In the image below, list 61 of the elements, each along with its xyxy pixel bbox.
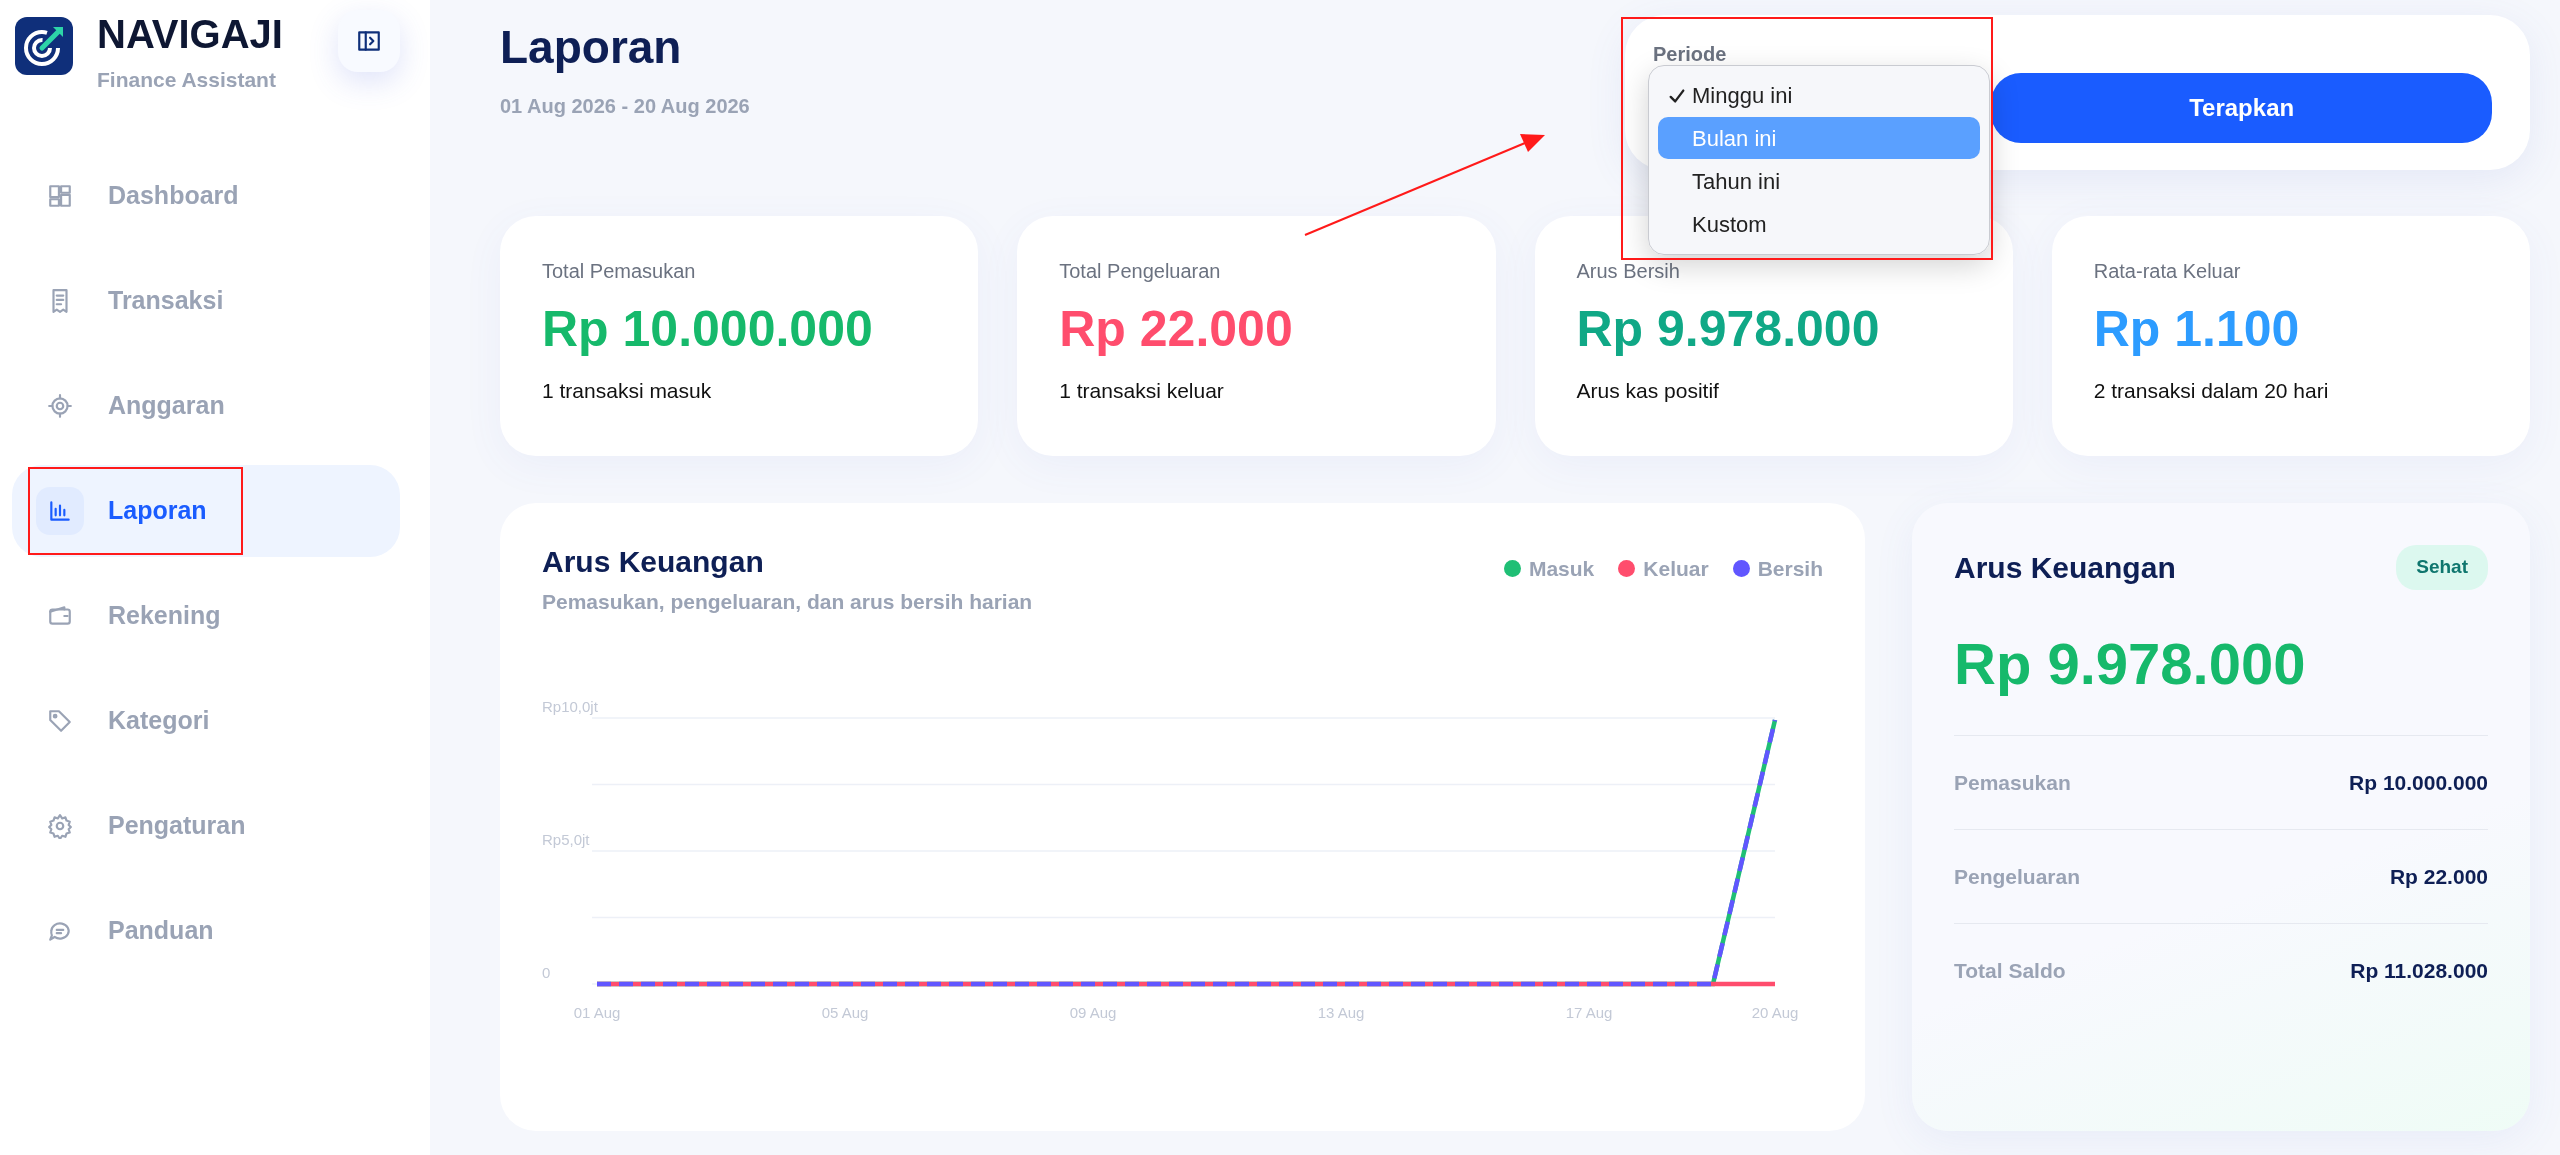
row-label: Total Saldo [1954,957,2066,984]
bar-chart-icon [47,498,73,524]
axis-label: 0 [542,963,551,981]
sidebar-nav-item[interactable]: Anggaran [12,360,400,452]
axis-label: 05 Aug [821,1003,869,1021]
sidebar-nav-item[interactable]: Dashboard [12,150,400,242]
stat-note: 2 transaksi dalam 20 hari [2093,378,2330,404]
sidebar-nav-item[interactable]: Pengaturan [12,780,400,872]
stat-value: Rp 10.000.000 [542,302,874,357]
legend-label: Bersih [1757,556,1823,582]
dashboard-icon [47,183,73,209]
summary-title: Arus Keuangan [1954,550,2176,586]
legend-label: Keluar [1643,556,1709,582]
brand-tagline: Finance Assistant [97,67,277,93]
sidebar-toggle-button[interactable] [338,10,400,72]
sidebar-nav-item[interactable]: Kategori [12,675,400,767]
tag-icon [47,708,73,734]
apply-button[interactable]: Terapkan [1991,73,2492,143]
dropdown-option[interactable]: Minggu ini [1658,74,1980,116]
stat-label: Total Pengeluaran [1059,259,1222,284]
row-label: Pengeluaran [1954,863,2081,890]
chart-title: Arus Keuangan [542,545,765,578]
row-value: Rp 11.028.000 [2350,957,2488,984]
axis-label: 09 Aug [1069,1003,1117,1021]
stat-note: 1 transaksi masuk [542,378,713,404]
sidebar-toggle-icon [356,28,382,54]
axis-label: 13 Aug [1317,1003,1365,1021]
sidebar-nav-item[interactable]: Transaksi [12,255,400,347]
chart-subtitle: Pemasukan, pengeluaran, dan arus bersih harian [542,589,1033,615]
legend-label: Masuk [1528,556,1595,582]
axis-label: 17 Aug [1565,1003,1613,1021]
row-value: Rp 10.000.000 [2349,769,2488,796]
axis-label: 20 Aug [1751,1003,1799,1021]
field-label: Periode [1653,42,1728,67]
logo-icon [15,17,73,75]
summary-value: Rp 9.978.000 [1954,630,2307,698]
date-range: 01 Aug 2026 - 20 Aug 2026 [500,93,750,119]
stat-value: Rp 9.978.000 [1576,302,1881,357]
target-icon [47,393,73,419]
stat-label: Arus Bersih [1576,259,1681,284]
stat-label: Rata-rata Keluar [2093,259,2242,284]
dropdown-option[interactable]: Kustom [1658,203,1980,245]
stat-value: Rp 1.100 [2093,302,2301,357]
axis-label: Rp10,0jt [542,697,598,715]
settings-icon [47,813,73,839]
brand-name: NAVIGAJI [97,14,283,54]
sidebar-nav-item[interactable]: Rekening [12,570,400,662]
dropdown-option[interactable]: Tahun ini [1658,160,1980,202]
row-value: Rp 22.000 [2389,863,2488,890]
sidebar-nav-item[interactable]: Panduan [12,885,400,977]
axis-label: Rp5,0jt [542,830,590,848]
sidebar-nav-item[interactable]: Laporan [12,465,400,557]
dropdown-option[interactable]: Bulan ini [1658,117,1980,159]
stat-note: Arus kas positif [1576,378,1720,404]
page-title: Laporan [500,22,683,73]
stat-note: 1 transaksi keluar [1059,378,1225,404]
stat-label: Total Pemasukan [542,259,697,284]
axis-label: 01 Aug [573,1003,621,1021]
stat-value: Rp 22.000 [1059,302,1294,357]
row-label: Pemasukan [1954,769,2071,796]
status-badge: Sehat [2396,545,2488,590]
